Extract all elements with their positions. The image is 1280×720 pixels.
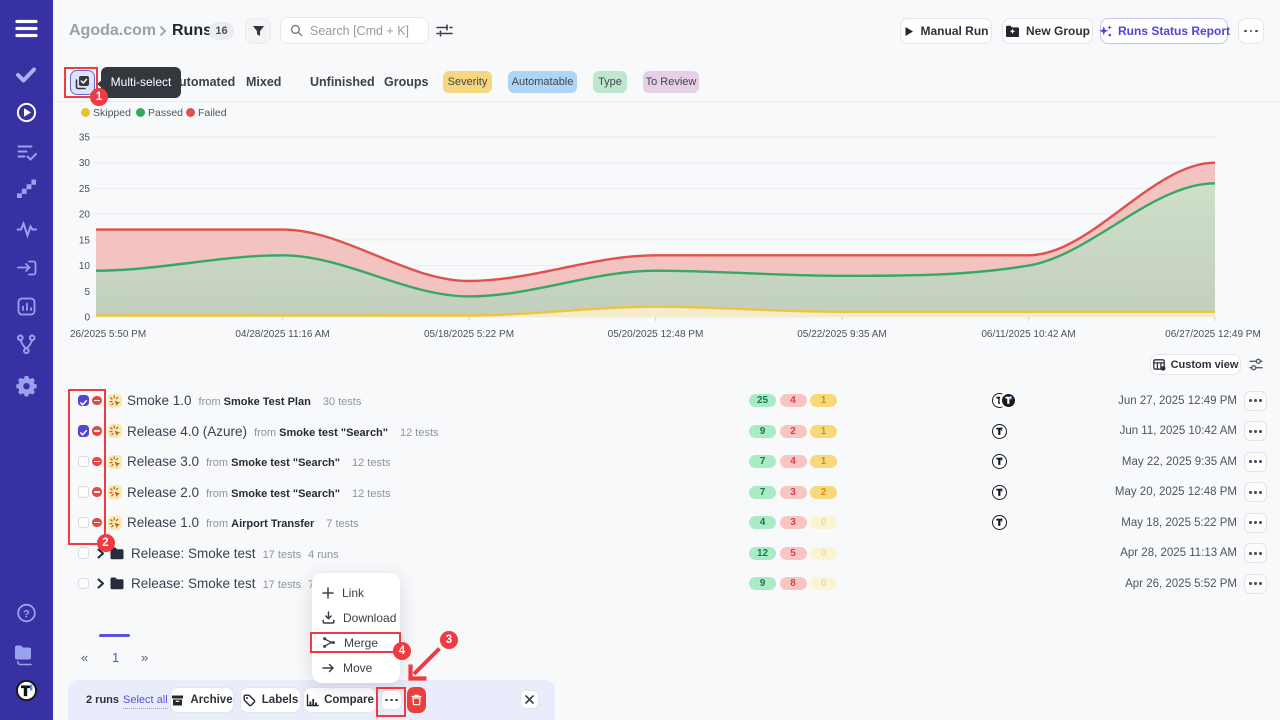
svg-text:0: 0 (84, 313, 90, 324)
svg-text:25: 25 (79, 184, 91, 195)
svg-text:35: 35 (79, 133, 91, 144)
svg-text:06/27/2025 12:49 PM: 06/27/2025 12:49 PM (1165, 329, 1261, 340)
svg-text:?: ? (23, 609, 30, 621)
svg-text:30: 30 (79, 158, 91, 169)
svg-text:06/11/2025 10:42 AM: 06/11/2025 10:42 AM (981, 329, 1075, 340)
svg-text:5: 5 (84, 287, 90, 298)
svg-text:26/2025 5:50 PM: 26/2025 5:50 PM (70, 329, 146, 340)
svg-text:05/22/2025 9:35 AM: 05/22/2025 9:35 AM (797, 329, 887, 340)
svg-text:20: 20 (79, 210, 91, 221)
svg-text:15: 15 (79, 235, 91, 246)
svg-text:05/20/2025 12:48 PM: 05/20/2025 12:48 PM (608, 329, 704, 340)
svg-text:05/18/2025 5:22 PM: 05/18/2025 5:22 PM (424, 329, 514, 340)
svg-text:10: 10 (79, 261, 91, 272)
svg-text:04/28/2025 11:16 AM: 04/28/2025 11:16 AM (235, 329, 329, 340)
